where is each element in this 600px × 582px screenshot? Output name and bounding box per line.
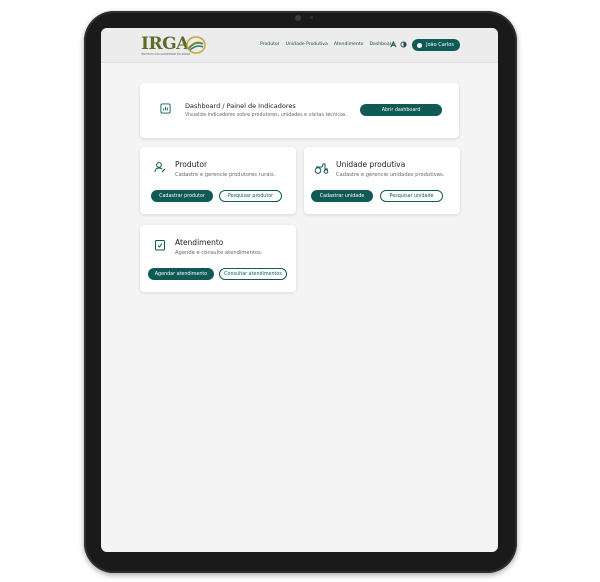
cadastrar-unidade-button[interactable]: Cadastrar unidade bbox=[311, 190, 373, 202]
contrast-icon[interactable] bbox=[400, 41, 407, 48]
nav-produtor[interactable]: Produtor bbox=[260, 42, 280, 47]
user-avatar-icon bbox=[417, 42, 422, 48]
consultar-atendimentos-button[interactable]: Consultar atendimentos bbox=[219, 268, 287, 280]
open-dashboard-button[interactable]: Abrir dashboard bbox=[360, 104, 442, 116]
produtor-title: Produtor bbox=[175, 160, 208, 169]
agendar-atendimento-button[interactable]: Agendar atendimento bbox=[148, 268, 214, 280]
top-header: IRGA INSTITUTO RIO GRANDENSE DO ARROZ Pr… bbox=[101, 28, 498, 63]
dashboard-card: Dashboard / Painel de Indicadores Visual… bbox=[140, 83, 459, 138]
cadastrar-produtor-button[interactable]: Cadastrar produtor bbox=[151, 190, 213, 202]
atendimento-title: Atendimento bbox=[175, 238, 224, 247]
clipboard-check-icon bbox=[155, 240, 165, 251]
camera-lens bbox=[295, 15, 301, 21]
pesquisar-unidade-button[interactable]: Pesquisar unidade bbox=[380, 190, 443, 202]
user-menu-button[interactable]: João Carlos bbox=[412, 39, 460, 51]
logo-subtitle: INSTITUTO RIO GRANDENSE DO ARROZ bbox=[141, 53, 191, 56]
user-name: João Carlos bbox=[426, 42, 454, 48]
nav-atendimento[interactable]: Atendimento bbox=[334, 42, 364, 47]
atendimento-subtitle: Agende e consulte atendimentos. bbox=[175, 250, 263, 256]
font-size-icon[interactable] bbox=[390, 41, 397, 48]
tractor-icon bbox=[314, 163, 329, 174]
camera-sensor bbox=[310, 16, 313, 19]
unidade-subtitle: Cadastre e gerencie unidades produtivas. bbox=[336, 172, 445, 178]
nav-unidade-produtiva[interactable]: Unidade Produtiva bbox=[286, 42, 328, 47]
pesquisar-produtor-button[interactable]: Pesquisar produtor bbox=[219, 190, 282, 202]
produtor-subtitle: Cadastre e gerencie produtores rurais. bbox=[175, 172, 276, 178]
chart-icon bbox=[160, 103, 171, 114]
produtor-card: Produtor Cadastre e gerencie produtores … bbox=[140, 147, 296, 214]
user-edit-icon bbox=[154, 162, 166, 173]
logo-text: IRGA bbox=[141, 34, 189, 54]
app-screen: IRGA INSTITUTO RIO GRANDENSE DO ARROZ Pr… bbox=[101, 28, 498, 552]
unidade-card: Unidade produtiva Cadastre e gerencie un… bbox=[304, 147, 460, 214]
atendimento-card: Atendimento Agende e consulte atendiment… bbox=[140, 225, 296, 292]
rice-field-logo-icon bbox=[186, 36, 206, 54]
irga-logo[interactable]: IRGA INSTITUTO RIO GRANDENSE DO ARROZ bbox=[141, 35, 211, 57]
unidade-title: Unidade produtiva bbox=[336, 160, 406, 169]
dashboard-title: Dashboard / Painel de Indicadores bbox=[185, 102, 296, 110]
main-nav: Produtor Unidade Produtiva Atendimento D… bbox=[260, 42, 394, 47]
dashboard-subtitle: Visualize indicadores sobre produtores, … bbox=[185, 113, 347, 118]
